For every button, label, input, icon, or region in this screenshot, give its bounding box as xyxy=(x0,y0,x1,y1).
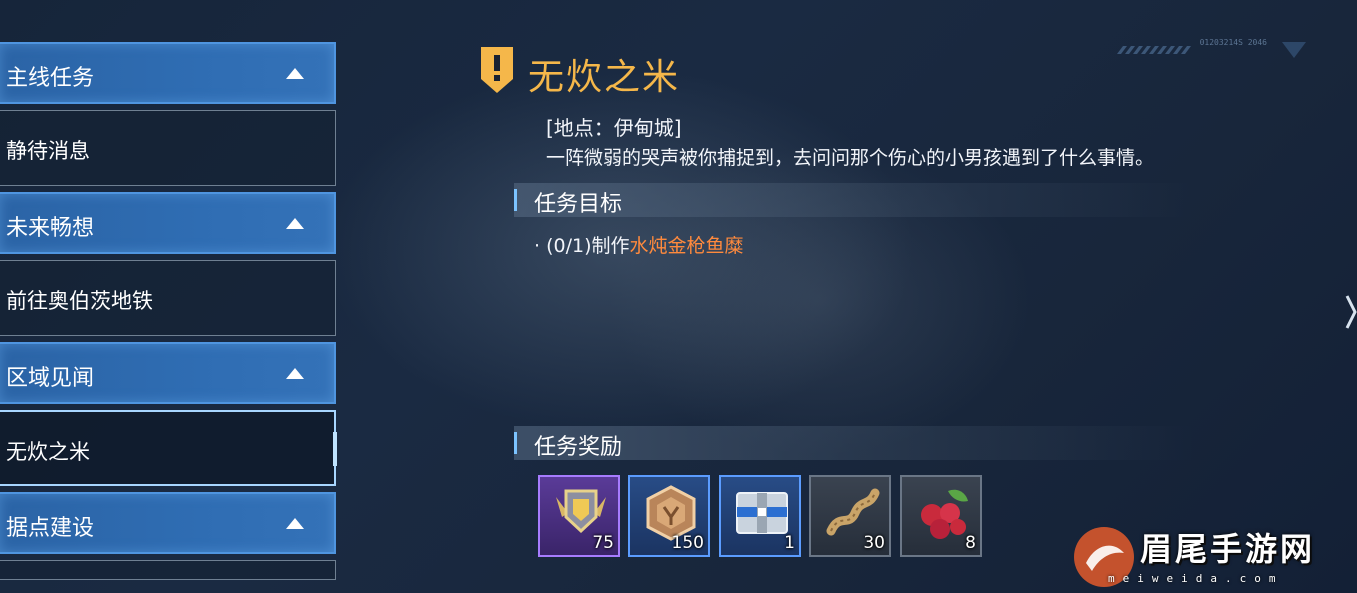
next-page-chevron-icon[interactable] xyxy=(1345,292,1357,332)
category-main-quest[interactable]: 主线任务 xyxy=(0,42,336,104)
category-label: 未来畅想 xyxy=(6,216,95,241)
quest-item-label: 静待消息 xyxy=(6,139,90,163)
objectives-header-label: 任务目标 xyxy=(534,192,623,217)
quest-item-partial[interactable] xyxy=(0,560,336,580)
reward-slot[interactable]: 1 xyxy=(719,475,801,557)
header-accent-bar xyxy=(514,432,517,454)
chevron-up-icon xyxy=(286,518,304,529)
category-future[interactable]: 未来畅想 xyxy=(0,192,336,254)
quest-item-label: 前往奥伯茨地铁 xyxy=(6,289,153,313)
reward-slot[interactable]: 8 xyxy=(900,475,982,557)
quest-list: 主线任务 静待消息 未来畅想 前往奥伯茨地铁 区域见闻 无炊之米 据点建设 xyxy=(0,42,337,586)
reward-count: 30 xyxy=(863,533,885,553)
rewards-header-label: 任务奖励 xyxy=(534,435,623,460)
category-base-building[interactable]: 据点建设 xyxy=(0,492,336,554)
reward-count: 75 xyxy=(592,533,614,553)
objective-target: 水炖金枪鱼糜 xyxy=(629,235,744,257)
quest-title: 无炊之米 xyxy=(528,57,681,98)
quest-item-selected[interactable]: 无炊之米 xyxy=(0,410,337,486)
hud-code-text: 01203214S 2046 xyxy=(1199,38,1267,47)
warning-icon xyxy=(481,47,513,93)
chevron-up-icon xyxy=(286,218,304,229)
objective-line: · (0/1)制作水炖金枪鱼糜 xyxy=(534,231,744,258)
objective-progress: · (0/1)制作 xyxy=(534,235,630,257)
reward-count: 8 xyxy=(965,533,976,553)
quest-item-waiting[interactable]: 静待消息 xyxy=(0,110,336,186)
quest-item-subway[interactable]: 前往奥伯茨地铁 xyxy=(0,260,336,336)
objectives-header: 任务目标 xyxy=(514,183,1194,217)
watermark-text: 眉尾手游网 xyxy=(1140,530,1316,568)
watermark-url: meiweida.com xyxy=(1108,572,1284,585)
header-accent-bar xyxy=(514,189,517,211)
reward-slot[interactable]: 150 xyxy=(628,475,710,557)
reward-slot[interactable]: 30 xyxy=(809,475,891,557)
category-label: 据点建设 xyxy=(6,516,95,541)
reward-slot[interactable]: 75 xyxy=(538,475,620,557)
reward-count: 1 xyxy=(784,533,795,553)
quest-description: 一阵微弱的哭声被你捕捉到，去问问那个伤心的小男孩遇到了什么事情。 xyxy=(546,147,1155,169)
category-label: 区域见闻 xyxy=(6,366,95,391)
category-label: 主线任务 xyxy=(6,66,95,91)
rewards-header: 任务奖励 xyxy=(514,426,1194,460)
quest-location: [地点：伊甸城] xyxy=(546,116,682,140)
chevron-up-icon xyxy=(286,368,304,379)
quest-item-label: 无炊之米 xyxy=(6,440,90,464)
category-region[interactable]: 区域见闻 xyxy=(0,342,336,404)
reward-count: 150 xyxy=(671,533,704,553)
chevron-up-icon xyxy=(286,68,304,79)
